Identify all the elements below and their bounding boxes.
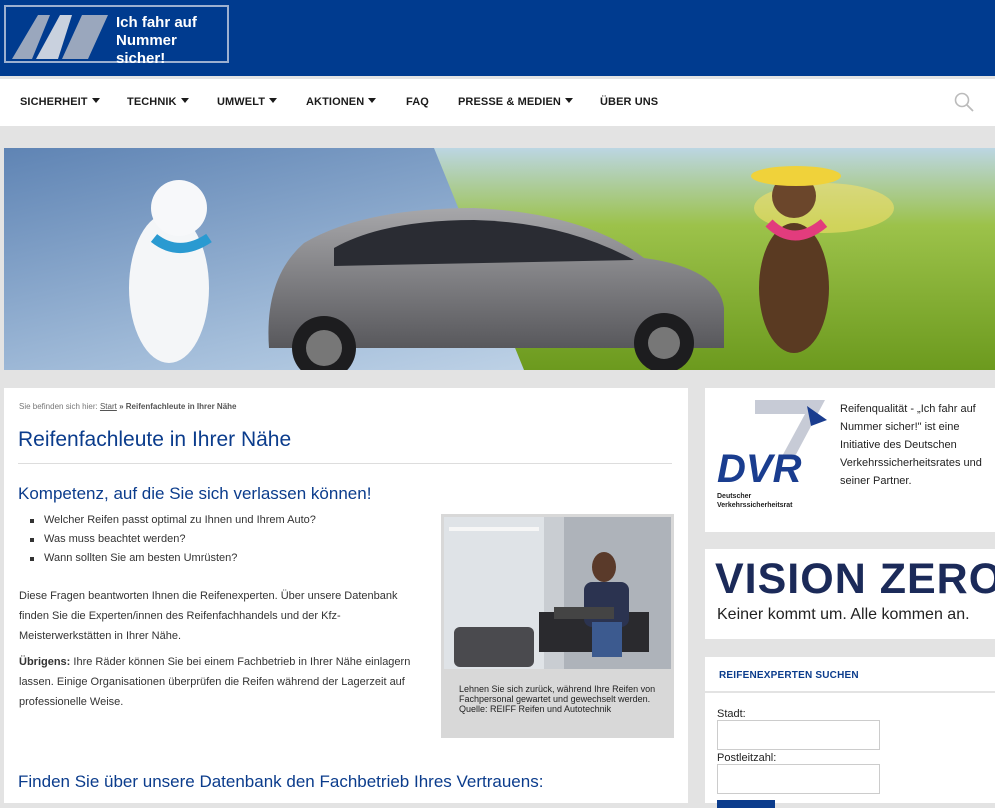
dvr-box: DVR Deutscher Verkehrssicherheitsrat Rei… [705, 388, 995, 532]
hero-image [4, 148, 995, 370]
list-item: Wann sollten Sie am besten Umrüsten? [30, 552, 316, 571]
main-content: Sie befinden sich hier: Start » Reifenfa… [4, 388, 688, 803]
nav-item-technik[interactable]: TECHNIK [127, 96, 189, 108]
svg-text:DVR: DVR [717, 447, 802, 490]
list-item: Welcher Reifen passt optimal zu Ihnen un… [30, 514, 316, 533]
breadcrumb-current: Reifenfachleute in Ihrer Nähe [125, 402, 237, 411]
nav-item-aktionen[interactable]: AKTIONEN [306, 96, 377, 108]
nav-item-ueber-uns[interactable]: ÜBER UNS [600, 96, 658, 108]
main-nav: SICHERHEIT TECHNIK UMWELT AKTIONEN FAQ P… [0, 79, 995, 126]
nav-item-umwelt[interactable]: UMWELT [217, 96, 278, 108]
dvr-subtitle: Deutscher Verkehrssicherheitsrat [717, 493, 793, 509]
vision-zero-title: VISION ZERO. [715, 555, 995, 603]
vision-zero-banner[interactable]: VISION ZERO. Keiner kommt um. Alle komme… [705, 549, 995, 639]
zip-label: Postleitzahl: [717, 752, 777, 764]
city-input[interactable] [717, 720, 880, 750]
list-item: Was muss beachtet werden? [30, 533, 316, 552]
section-heading: Finden Sie über unsere Datenbank den Fac… [18, 772, 544, 791]
road-logo-icon [12, 15, 108, 59]
caret-down-icon [564, 98, 573, 103]
question-list: Welcher Reifen passt optimal zu Ihnen un… [30, 514, 316, 571]
dvr-description: Reifenqualität - „Ich fahr auf Nummer si… [840, 403, 982, 487]
vision-zero-slogan: Keiner kommt um. Alle kommen an. [717, 606, 970, 623]
caret-down-icon [180, 98, 189, 103]
divider [705, 691, 995, 693]
breadcrumb: Sie befinden sich hier: Start » Reifenfa… [19, 402, 237, 411]
logo-text: Ich fahr auf Nummer sicher! [116, 14, 197, 67]
caret-down-icon [269, 98, 278, 103]
storage-paragraph: Übrigens: Ihre Räder können Sie bei eine… [19, 656, 411, 708]
city-label: Stadt: [717, 708, 746, 720]
search-icon[interactable] [953, 91, 975, 113]
figure-caption: Lehnen Sie sich zurück, während Ihre Rei… [459, 684, 656, 714]
dvr-logo[interactable]: DVR [715, 400, 830, 490]
tire-service-photo [444, 517, 671, 669]
divider [18, 463, 672, 464]
header-bar: Ich fahr auf Nummer sicher! [0, 0, 995, 76]
figure: Lehnen Sie sich zurück, während Ihre Rei… [441, 514, 674, 738]
caret-down-icon [368, 98, 377, 103]
caret-down-icon [91, 98, 100, 103]
search-submit-button[interactable] [717, 800, 775, 808]
breadcrumb-start-link[interactable]: Start [100, 402, 117, 411]
page-title: Reifenfachleute in Ihrer Nähe [18, 428, 292, 451]
site-logo[interactable]: Ich fahr auf Nummer sicher! [4, 5, 229, 67]
hero-banner [4, 148, 995, 370]
nav-item-presse-medien[interactable]: PRESSE & MEDIEN [458, 96, 573, 108]
expert-search-widget: REIFENEXPERTEN SUCHEN Stadt: Postleitzah… [705, 657, 995, 808]
nav-item-faq[interactable]: FAQ [406, 96, 429, 108]
section-heading: Kompetenz, auf die Sie sich verlassen kö… [18, 484, 372, 503]
nav-item-sicherheit[interactable]: SICHERHEIT [20, 96, 100, 108]
zip-input[interactable] [717, 764, 880, 794]
widget-heading: REIFENEXPERTEN SUCHEN [719, 670, 859, 681]
intro-paragraph: Diese Fragen beantworten Ihnen die Reife… [19, 590, 398, 642]
